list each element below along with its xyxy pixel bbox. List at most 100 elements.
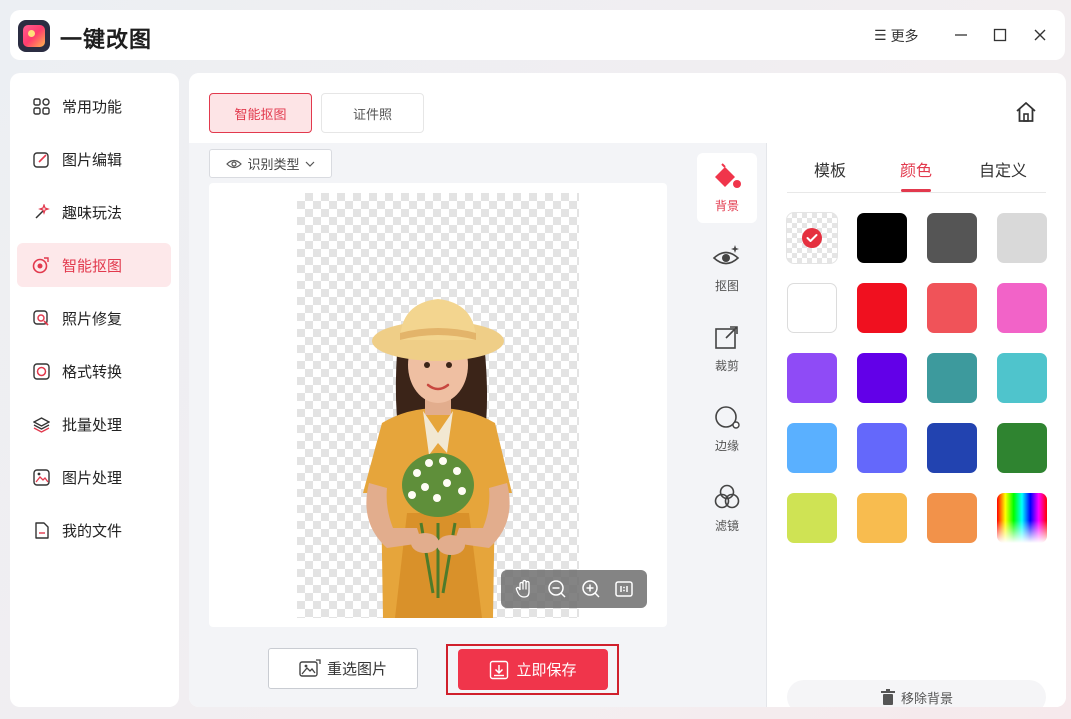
color-swatch[interactable] — [997, 493, 1047, 543]
sidebar-item-edit[interactable]: 图片编辑 — [17, 137, 171, 181]
panel-divider — [787, 192, 1046, 193]
color-swatch[interactable] — [997, 353, 1047, 403]
tool-edge[interactable]: 边缘 — [697, 393, 757, 463]
color-swatch[interactable] — [787, 213, 837, 263]
home-icon[interactable] — [1015, 101, 1037, 123]
eye-icon — [226, 159, 243, 168]
color-swatch[interactable] — [927, 423, 977, 473]
reselect-label: 重选图片 — [326, 660, 387, 678]
more-button[interactable]: ☰ 更多 — [874, 26, 919, 46]
actual-size-icon[interactable] — [613, 578, 635, 600]
tool-label: 背景 — [714, 198, 739, 213]
work-area: 识别类型 重选图片 立即保存 — [189, 143, 687, 707]
sidebar: 常用功能 图片编辑 趣味玩法 智能抠图 照片修复 格式转换 批量处理 图片处理 … — [10, 73, 179, 707]
sidebar-item-convert[interactable]: 格式转换 — [17, 349, 171, 393]
tool-label: 抠图 — [714, 278, 739, 293]
app-title: 一键改图 — [60, 28, 153, 53]
paint-bucket-icon — [715, 162, 741, 188]
menu-icon: ☰ — [874, 28, 887, 44]
sidebar-item-batch[interactable]: 批量处理 — [17, 402, 171, 446]
color-panel: 模板 颜色 自定义 移除背景 — [767, 143, 1066, 707]
color-swatch[interactable] — [857, 353, 907, 403]
crop-icon — [715, 325, 738, 349]
sidebar-item-label: 图片编辑 — [62, 150, 123, 169]
tool-label: 滤镜 — [714, 518, 739, 533]
save-now-button[interactable]: 立即保存 — [458, 649, 608, 690]
zoom-toolbar — [501, 570, 647, 608]
image-replace-icon — [299, 658, 321, 677]
tool-cutout[interactable]: 抠图 — [697, 233, 757, 303]
tab-id-photo[interactable]: 证件照 — [321, 93, 424, 133]
sidebar-item-label: 常用功能 — [62, 97, 123, 116]
maximize-button[interactable] — [986, 21, 1014, 49]
tab-color[interactable]: 颜色 — [900, 157, 932, 181]
sidebar-item-files[interactable]: 我的文件 — [17, 508, 171, 552]
cutout-photo — [297, 193, 579, 618]
color-swatch[interactable] — [857, 493, 907, 543]
sidebar-item-label: 图片处理 — [62, 468, 123, 487]
remove-background-label: 移除背景 — [900, 691, 953, 707]
tab-smart-cutout[interactable]: 智能抠图 — [209, 93, 312, 133]
chevron-down-icon — [305, 161, 314, 167]
sidebar-item-label: 趣味玩法 — [62, 203, 123, 222]
edge-icon — [715, 405, 740, 429]
woman-portrait — [363, 299, 512, 618]
tool-label: 裁剪 — [714, 358, 739, 373]
sidebar-item-label: 照片修复 — [62, 309, 123, 328]
tab-template[interactable]: 模板 — [814, 157, 846, 181]
file-icon — [32, 521, 50, 539]
color-swatch[interactable] — [787, 493, 837, 543]
app-logo — [18, 20, 50, 52]
hand-pan-icon[interactable] — [513, 578, 535, 600]
tool-label: 边缘 — [714, 438, 739, 453]
color-swatch[interactable] — [857, 283, 907, 333]
zoom-in-icon[interactable] — [580, 578, 602, 600]
zoom-out-icon[interactable] — [546, 578, 568, 600]
edit-icon — [32, 150, 50, 168]
check-icon — [802, 228, 822, 248]
color-swatch[interactable] — [927, 353, 977, 403]
color-swatch[interactable] — [927, 283, 977, 333]
color-swatch[interactable] — [927, 213, 977, 263]
tool-column: 背景 抠图 裁剪 边缘 滤镜 — [687, 143, 767, 707]
color-swatch[interactable] — [787, 423, 837, 473]
repair-icon — [32, 309, 50, 327]
eye-sparkle-icon — [712, 244, 740, 264]
save-label: 立即保存 — [516, 661, 577, 679]
maximize-icon — [993, 28, 1007, 42]
tool-crop[interactable]: 裁剪 — [697, 313, 757, 383]
sidebar-item-fun[interactable]: 趣味玩法 — [17, 190, 171, 234]
filter-icon — [714, 484, 740, 508]
color-swatch[interactable] — [997, 423, 1047, 473]
minimize-button[interactable] — [947, 21, 975, 49]
sidebar-item-cutout[interactable]: 智能抠图 — [17, 243, 171, 287]
image-icon — [32, 468, 50, 486]
main-toolbar: 智能抠图 证件照 — [189, 73, 1066, 143]
color-swatch[interactable] — [787, 283, 837, 333]
sidebar-item-process[interactable]: 图片处理 — [17, 455, 171, 499]
tab-custom[interactable]: 自定义 — [979, 157, 1027, 181]
color-swatch[interactable] — [927, 493, 977, 543]
color-swatch[interactable] — [857, 423, 907, 473]
main-panel: 智能抠图 证件照 识别类型 重选图片 立即保存 背景 抠图 裁剪 边缘 滤镜 模… — [189, 73, 1066, 707]
type-select[interactable]: 识别类型 — [209, 149, 332, 178]
layers-icon — [32, 415, 50, 433]
sidebar-item-label: 批量处理 — [62, 415, 123, 434]
grid-icon — [32, 97, 50, 115]
sidebar-item-common[interactable]: 常用功能 — [17, 84, 171, 128]
tool-background[interactable]: 背景 — [697, 153, 757, 223]
close-button[interactable] — [1026, 21, 1054, 49]
sidebar-item-label: 格式转换 — [62, 362, 123, 381]
image-canvas[interactable] — [209, 183, 667, 627]
close-icon — [1034, 29, 1046, 41]
sidebar-item-repair[interactable]: 照片修复 — [17, 296, 171, 340]
color-swatch[interactable] — [997, 283, 1047, 333]
remove-background-button[interactable]: 移除背景 — [787, 680, 1046, 707]
tool-filter[interactable]: 滤镜 — [697, 473, 757, 543]
type-select-label: 识别类型 — [247, 158, 300, 173]
download-icon — [490, 660, 509, 679]
color-swatch[interactable] — [997, 213, 1047, 263]
reselect-image-button[interactable]: 重选图片 — [268, 648, 418, 689]
color-swatch[interactable] — [787, 353, 837, 403]
color-swatch[interactable] — [857, 213, 907, 263]
